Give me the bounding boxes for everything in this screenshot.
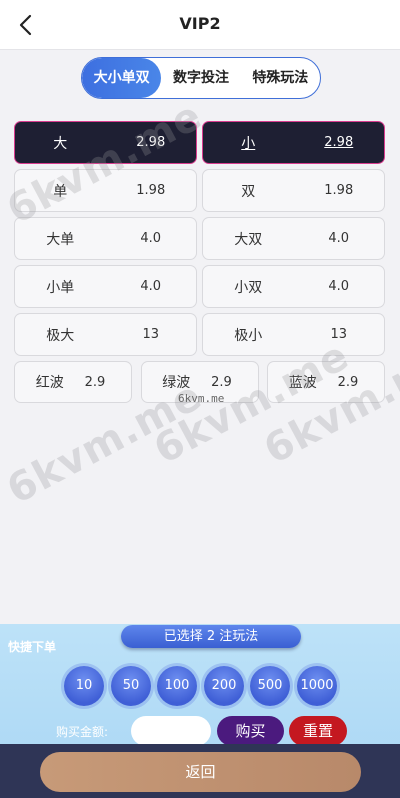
bet-option-small-odd[interactable]: 小单 4.0 (14, 265, 197, 308)
tab-number-bet[interactable]: 数字投注 (161, 58, 240, 98)
bet-option-odd: 13 (330, 327, 348, 342)
bet-option-extreme-big[interactable]: 极大 13 (14, 313, 197, 356)
bet-option-name: 小 (241, 135, 256, 152)
bet-option-big-odd[interactable]: 大单 4.0 (14, 217, 197, 260)
bet-option-name: 极小 (234, 327, 263, 344)
bet-option-odd: 4.0 (328, 279, 350, 294)
bet-option-small-even[interactable]: 小双 4.0 (202, 265, 385, 308)
reset-button[interactable]: 重置 (289, 716, 347, 746)
bet-option-odd: 4.0 (140, 279, 162, 294)
bet-option-name: 大单 (46, 231, 75, 248)
chip-200[interactable]: 200 (204, 666, 244, 706)
bet-option-odd: 2.98 (324, 135, 354, 150)
bet-option-name: 红波 (35, 375, 64, 391)
bet-option-big-even[interactable]: 大双 4.0 (202, 217, 385, 260)
chip-500[interactable]: 500 (250, 666, 290, 706)
bet-option-odd: 13 (142, 327, 160, 342)
bet-option-odd: 2.98 (136, 135, 166, 150)
quick-bet-label: 快捷下单 (8, 640, 57, 654)
chip-100[interactable]: 100 (157, 666, 197, 706)
header: VIP2 (0, 0, 400, 50)
bet-option-red-wave[interactable]: 红波 2.9 (14, 361, 132, 403)
bet-option-name: 大 (53, 135, 68, 152)
chip-1000[interactable]: 1000 (297, 666, 337, 706)
bet-option-odd-number[interactable]: 单 1.98 (14, 169, 197, 212)
bet-option-odd: 2.9 (84, 374, 106, 390)
bet-option-extreme-small[interactable]: 极小 13 (202, 313, 385, 356)
bet-option-blue-wave[interactable]: 蓝波 2.9 (267, 361, 385, 403)
amount-label: 购买金额: (56, 725, 109, 739)
bet-option-odd: 2.9 (337, 374, 359, 390)
bet-option-big[interactable]: 大 2.98 (14, 121, 197, 164)
bet-option-name: 极大 (46, 327, 75, 344)
bet-option-odd: 4.0 (328, 231, 350, 246)
return-button[interactable]: 返回 (40, 752, 361, 792)
bet-option-odd: 4.0 (140, 231, 162, 246)
bet-option-name: 蓝波 (288, 375, 317, 391)
bet-option-name: 绿波 (162, 375, 191, 391)
tab-special-play[interactable]: 特殊玩法 (241, 58, 320, 98)
bet-option-odd: 1.98 (136, 183, 166, 198)
chip-50[interactable]: 50 (111, 666, 151, 706)
selected-count-badge: 已选择 2 注玩法 (121, 625, 301, 648)
chip-10[interactable]: 10 (64, 666, 104, 706)
bet-option-name: 小双 (234, 279, 263, 296)
bet-option-name: 大双 (234, 231, 263, 248)
tab-big-small-odd-even[interactable]: 大小单双 (82, 58, 162, 98)
bet-option-even-number[interactable]: 双 1.98 (202, 169, 385, 212)
bet-option-name: 小单 (46, 279, 75, 296)
bet-option-name: 单 (53, 183, 68, 200)
watermark-small: 6kvm.me (178, 392, 225, 405)
bet-option-odd: 1.98 (324, 183, 354, 198)
buy-button[interactable]: 购买 (217, 716, 284, 746)
bet-type-tabs: 大小单双 数字投注 特殊玩法 (81, 57, 321, 99)
bet-option-small[interactable]: 小 2.98 (202, 121, 385, 164)
bet-option-name: 双 (241, 183, 256, 200)
bet-option-odd: 2.9 (211, 374, 232, 390)
odds-grid: 大 2.98 小 2.98 单 1.98 双 1.98 大单 4.0 大双 4.… (14, 121, 385, 408)
amount-input[interactable] (131, 716, 211, 746)
page-title: VIP2 (179, 14, 221, 33)
